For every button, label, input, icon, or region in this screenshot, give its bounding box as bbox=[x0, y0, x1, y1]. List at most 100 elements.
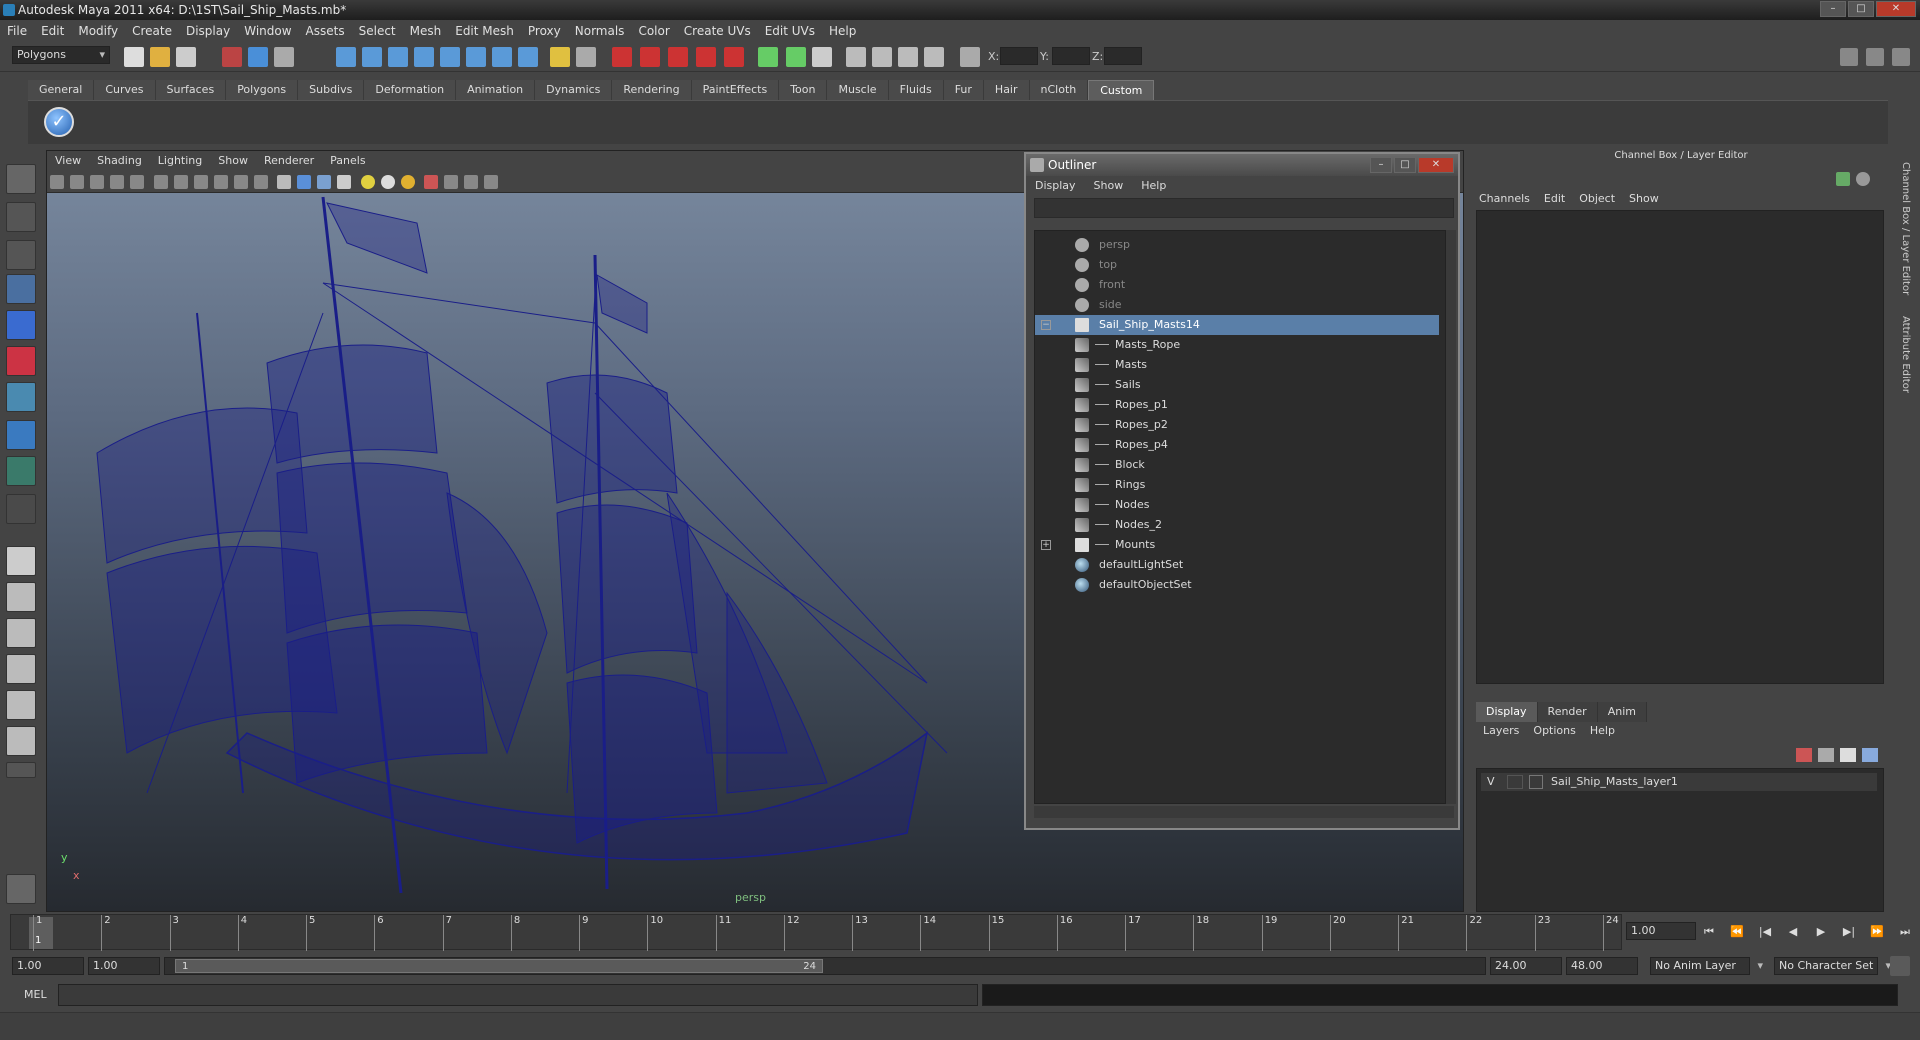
shelf-tab-muscle[interactable]: Muscle bbox=[827, 80, 889, 100]
outliner-item[interactable]: + Mounts bbox=[1035, 535, 1439, 555]
menu-edit[interactable]: Edit bbox=[34, 20, 71, 42]
hypershade-icon[interactable] bbox=[696, 47, 716, 67]
bookmarks-icon[interactable] bbox=[90, 175, 104, 189]
persp-graph-layout-icon[interactable] bbox=[6, 654, 36, 684]
start-time-field[interactable]: 1.00 bbox=[12, 957, 84, 975]
channel-box-area[interactable] bbox=[1476, 210, 1884, 684]
rotate-tool-icon[interactable] bbox=[6, 310, 36, 340]
lasso-tool-icon[interactable] bbox=[6, 202, 36, 232]
menu-select[interactable]: Select bbox=[352, 20, 403, 42]
outliner-item[interactable]: Sails bbox=[1035, 375, 1439, 395]
field-chart-icon[interactable] bbox=[213, 175, 228, 189]
y-field[interactable] bbox=[1052, 47, 1090, 65]
step-forward-frame-icon[interactable]: ⏩ bbox=[1868, 924, 1886, 940]
shelf-tab-curves[interactable]: Curves bbox=[94, 80, 156, 100]
toggle-channel-box-icon[interactable] bbox=[1840, 48, 1858, 66]
safe-action-icon[interactable] bbox=[233, 175, 248, 189]
last-tool-icon[interactable] bbox=[6, 494, 36, 524]
image-plane-icon[interactable] bbox=[110, 175, 124, 189]
step-back-key-icon[interactable]: |◀ bbox=[1756, 924, 1774, 940]
menu-color[interactable]: Color bbox=[631, 20, 676, 42]
command-language-label[interactable]: MEL bbox=[24, 988, 47, 1001]
move-down-layer-icon[interactable] bbox=[1862, 748, 1878, 762]
film-gate-icon[interactable] bbox=[153, 175, 168, 189]
toggle-ui-icon[interactable] bbox=[786, 47, 806, 67]
display-layout-icon[interactable] bbox=[812, 47, 832, 67]
smooth-shade-icon[interactable] bbox=[297, 175, 311, 189]
shelf-tab-subdivs[interactable]: Subdivs bbox=[298, 80, 365, 100]
hypershade-layout-icon[interactable] bbox=[6, 690, 36, 720]
outliner-item[interactable]: Ropes_p4 bbox=[1035, 435, 1439, 455]
menu-modify[interactable]: Modify bbox=[71, 20, 125, 42]
vp-menu-shading[interactable]: Shading bbox=[89, 151, 150, 171]
layer-color-swatch[interactable] bbox=[1529, 775, 1543, 789]
layer-tab-display[interactable]: Display bbox=[1476, 702, 1538, 722]
end-time-field[interactable]: 48.00 bbox=[1566, 957, 1638, 975]
layer-row[interactable]: V Sail_Ship_Masts_layer1 bbox=[1481, 773, 1877, 791]
vp-menu-lighting[interactable]: Lighting bbox=[150, 151, 210, 171]
snap-curve-icon[interactable] bbox=[362, 47, 382, 67]
menu-create[interactable]: Create bbox=[125, 20, 179, 42]
toggle-tool-settings-icon[interactable] bbox=[1892, 48, 1910, 66]
outliner-filter-field[interactable] bbox=[1034, 198, 1454, 218]
select-camera-icon[interactable] bbox=[50, 175, 64, 189]
safe-title-icon[interactable] bbox=[253, 175, 268, 189]
save-scene-icon[interactable] bbox=[176, 47, 196, 67]
range-slider[interactable]: 1 24 bbox=[164, 957, 1486, 975]
outliner-item[interactable]: defaultLightSet bbox=[1035, 555, 1439, 575]
outliner-maximize-button[interactable]: □ bbox=[1394, 157, 1416, 173]
playback-end-field[interactable]: 24.00 bbox=[1490, 957, 1562, 975]
outliner-menu-show[interactable]: Show bbox=[1085, 176, 1133, 196]
xray-joints-icon[interactable] bbox=[464, 175, 478, 189]
make-live-icon[interactable] bbox=[440, 47, 460, 67]
expand-toggle-icon[interactable]: + bbox=[1041, 540, 1051, 550]
shelf-tab-hair[interactable]: Hair bbox=[983, 80, 1030, 100]
menu-file[interactable]: File bbox=[0, 20, 34, 42]
menu-create-uvs[interactable]: Create UVs bbox=[677, 20, 758, 42]
side-tab-attribute-editor[interactable]: Attribute Editor bbox=[1900, 316, 1911, 436]
outliner-item[interactable]: Masts bbox=[1035, 355, 1439, 375]
construction-icon[interactable] bbox=[576, 47, 596, 67]
menu-normals[interactable]: Normals bbox=[568, 20, 632, 42]
snap-point-icon[interactable] bbox=[388, 47, 408, 67]
shelf-tab-fluids[interactable]: Fluids bbox=[888, 80, 944, 100]
outliner-item[interactable]: Rings bbox=[1035, 475, 1439, 495]
camera-attributes-icon[interactable] bbox=[70, 175, 84, 189]
select-by-hierarchy-icon[interactable] bbox=[222, 47, 242, 67]
shelf-tab-polygons[interactable]: Polygons bbox=[226, 80, 299, 100]
shelf-tab-custom[interactable]: Custom bbox=[1088, 80, 1155, 100]
close-button[interactable]: ✕ bbox=[1876, 1, 1916, 17]
shelf-tab-general[interactable]: General bbox=[28, 80, 95, 100]
menu-edit-mesh[interactable]: Edit Mesh bbox=[448, 20, 521, 42]
layer-type-toggle[interactable] bbox=[1507, 775, 1523, 789]
isolate-select-icon[interactable] bbox=[424, 175, 438, 189]
collapse-toolbox-icon[interactable] bbox=[6, 762, 36, 778]
outliner-item[interactable]: Nodes bbox=[1035, 495, 1439, 515]
menu-proxy[interactable]: Proxy bbox=[521, 20, 568, 42]
shelf-tab-surfaces[interactable]: Surfaces bbox=[155, 80, 227, 100]
play-backwards-icon[interactable]: ◀ bbox=[1784, 924, 1802, 940]
key-icon[interactable] bbox=[1836, 172, 1850, 186]
shelf-tab-animation[interactable]: Animation bbox=[456, 80, 536, 100]
ipr-render-icon[interactable] bbox=[640, 47, 660, 67]
show-manipulator-icon[interactable] bbox=[6, 456, 36, 486]
menu-display[interactable]: Display bbox=[179, 20, 237, 42]
vp-menu-panels[interactable]: Panels bbox=[322, 151, 373, 171]
snap-grid-icon[interactable] bbox=[336, 47, 356, 67]
input-box-icon[interactable] bbox=[960, 47, 980, 67]
wireframe-on-shaded-icon[interactable] bbox=[317, 175, 331, 189]
cb-menu-object[interactable]: Object bbox=[1572, 190, 1622, 208]
select-tool-icon[interactable] bbox=[6, 164, 36, 194]
outliner-item[interactable]: top bbox=[1035, 255, 1439, 275]
new-layer-icon[interactable] bbox=[1818, 748, 1834, 762]
outliner-menu-display[interactable]: Display bbox=[1026, 176, 1085, 196]
shelf-tab-dynamics[interactable]: Dynamics bbox=[535, 80, 613, 100]
outliner-title-bar[interactable]: Outliner – □ ✕ bbox=[1026, 154, 1458, 176]
backface-icon[interactable] bbox=[484, 175, 498, 189]
vp-menu-renderer[interactable]: Renderer bbox=[256, 151, 322, 171]
outliner-item[interactable]: Ropes_p1 bbox=[1035, 395, 1439, 415]
step-back-frame-icon[interactable]: ⏪ bbox=[1728, 924, 1746, 940]
auto-key-icon[interactable] bbox=[1890, 956, 1910, 976]
resolution-gate-icon[interactable] bbox=[173, 175, 188, 189]
vp-menu-view[interactable]: View bbox=[47, 151, 89, 171]
